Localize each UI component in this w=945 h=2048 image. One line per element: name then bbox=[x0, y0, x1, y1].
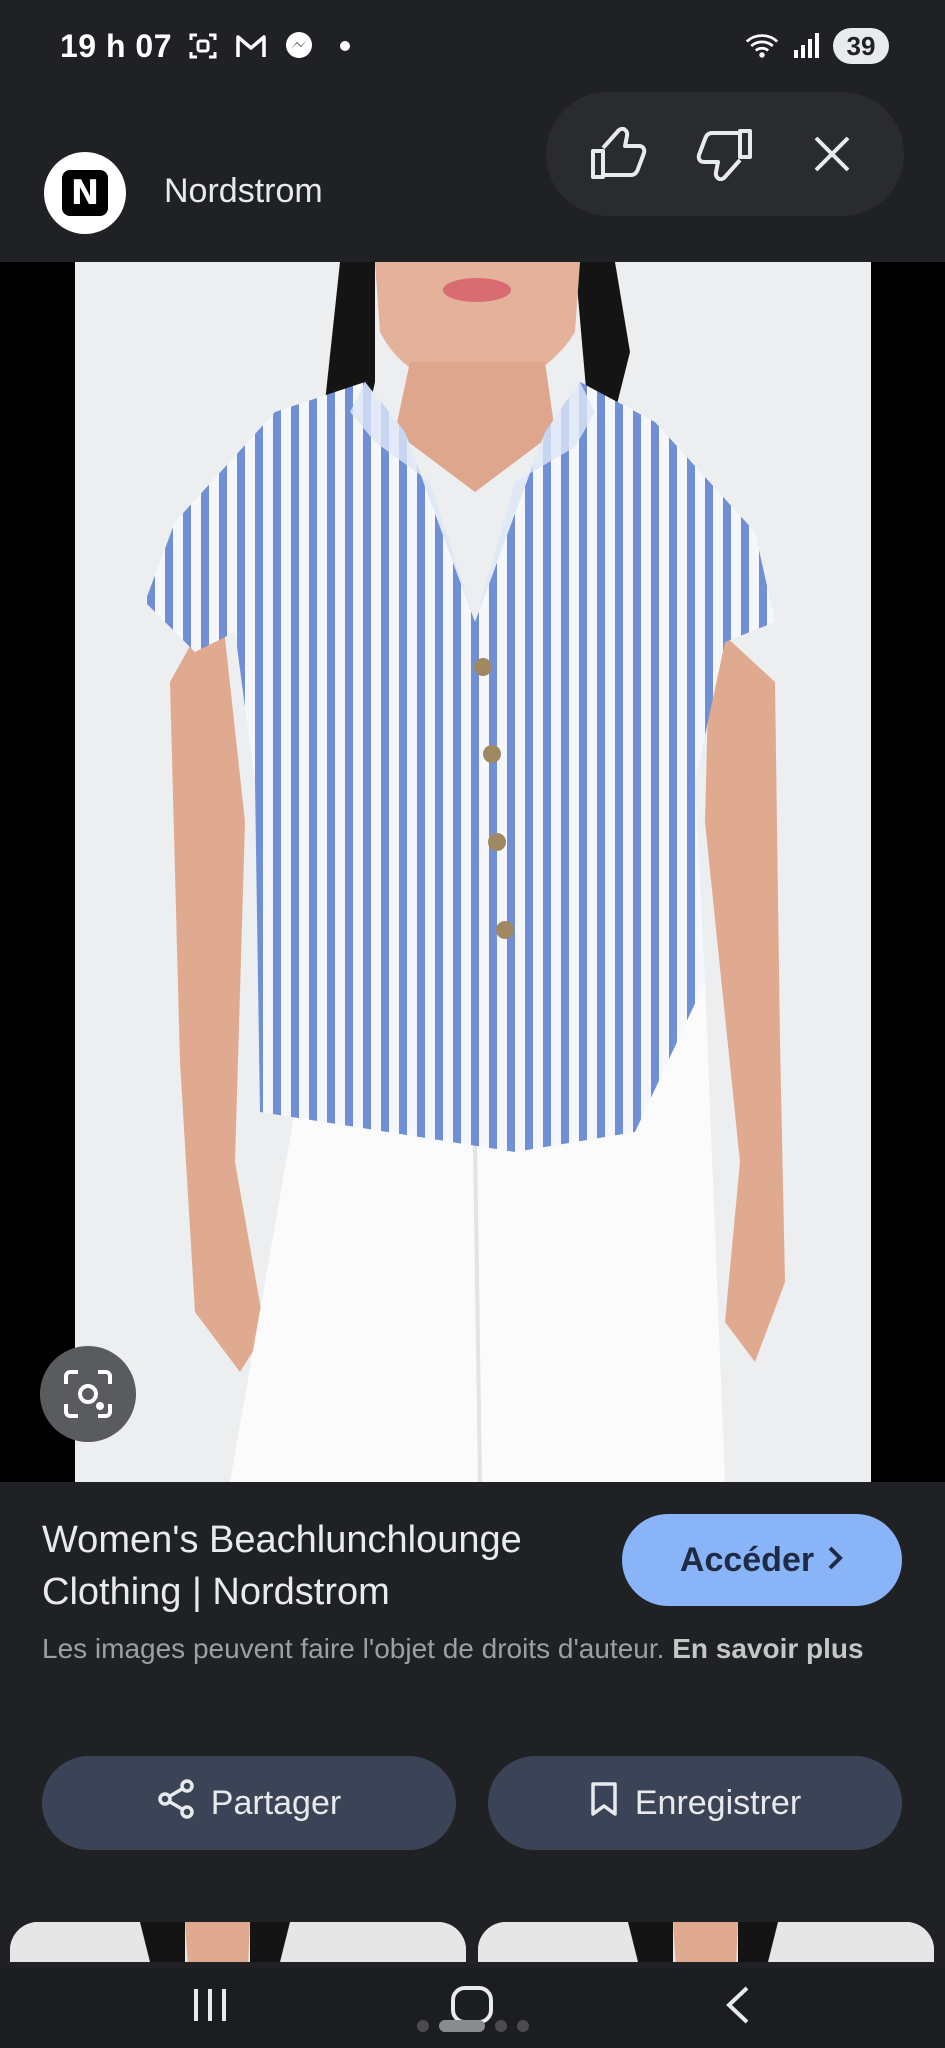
related-image-thumbnail[interactable] bbox=[478, 1922, 934, 1962]
page-dot-active bbox=[438, 2020, 485, 2032]
signal-icon bbox=[789, 29, 823, 63]
visit-button[interactable]: Accéder bbox=[622, 1514, 902, 1606]
related-image-thumbnail[interactable] bbox=[10, 1922, 466, 1962]
notification-dot bbox=[340, 41, 351, 51]
share-icon bbox=[157, 1778, 195, 1828]
status-bar: 19 h 07 39 bbox=[0, 0, 945, 92]
gmail-icon bbox=[234, 29, 268, 63]
result-title[interactable]: Women's Beachlunchlounge Clothing | Nord… bbox=[42, 1514, 602, 1618]
learn-more-link[interactable]: En savoir plus bbox=[672, 1633, 863, 1664]
image-viewer[interactable] bbox=[0, 262, 945, 1482]
system-navigation-bar bbox=[0, 1968, 945, 2048]
page-dot bbox=[516, 2020, 529, 2032]
close-icon[interactable] bbox=[794, 116, 870, 192]
page-dot bbox=[494, 2020, 507, 2032]
bookmark-icon bbox=[589, 1780, 619, 1827]
feedback-bar bbox=[546, 92, 904, 216]
related-images bbox=[0, 1902, 945, 1962]
status-left: 19 h 07 bbox=[60, 27, 351, 65]
battery-indicator: 39 bbox=[833, 28, 889, 64]
result-info-panel: Women's Beachlunchlounge Clothing | Nord… bbox=[0, 1482, 945, 2048]
lens-search-icon[interactable] bbox=[40, 1346, 136, 1442]
thumbs-up-icon[interactable] bbox=[580, 116, 656, 192]
share-label: Partager bbox=[210, 1783, 342, 1822]
share-button[interactable]: Partager bbox=[42, 1756, 456, 1850]
save-label: Enregistrer bbox=[634, 1783, 802, 1822]
messenger-icon bbox=[282, 29, 316, 63]
page-indicator bbox=[0, 2020, 945, 2032]
chevron-right-icon bbox=[826, 1541, 844, 1580]
thumbs-down-icon[interactable] bbox=[687, 116, 763, 192]
action-buttons: Partager Enregistrer bbox=[42, 1756, 902, 1850]
screenshot-icon bbox=[186, 29, 220, 63]
copyright-text: Les images peuvent faire l'objet de droi… bbox=[42, 1633, 665, 1664]
source-name[interactable]: Nordstrom bbox=[164, 172, 323, 211]
status-time: 19 h 07 bbox=[60, 27, 173, 64]
source-logo-letter: N bbox=[62, 170, 108, 216]
product-photo[interactable] bbox=[75, 262, 871, 1482]
copyright-notice: Les images peuvent faire l'objet de droi… bbox=[42, 1628, 902, 1670]
source-header: N Nordstrom bbox=[0, 92, 945, 262]
visit-button-label: Accéder bbox=[679, 1540, 815, 1579]
wifi-icon bbox=[745, 29, 779, 63]
status-right: 39 bbox=[745, 28, 889, 64]
page-dot bbox=[416, 2020, 429, 2032]
save-button[interactable]: Enregistrer bbox=[488, 1756, 902, 1850]
source-logo[interactable]: N bbox=[44, 152, 126, 234]
